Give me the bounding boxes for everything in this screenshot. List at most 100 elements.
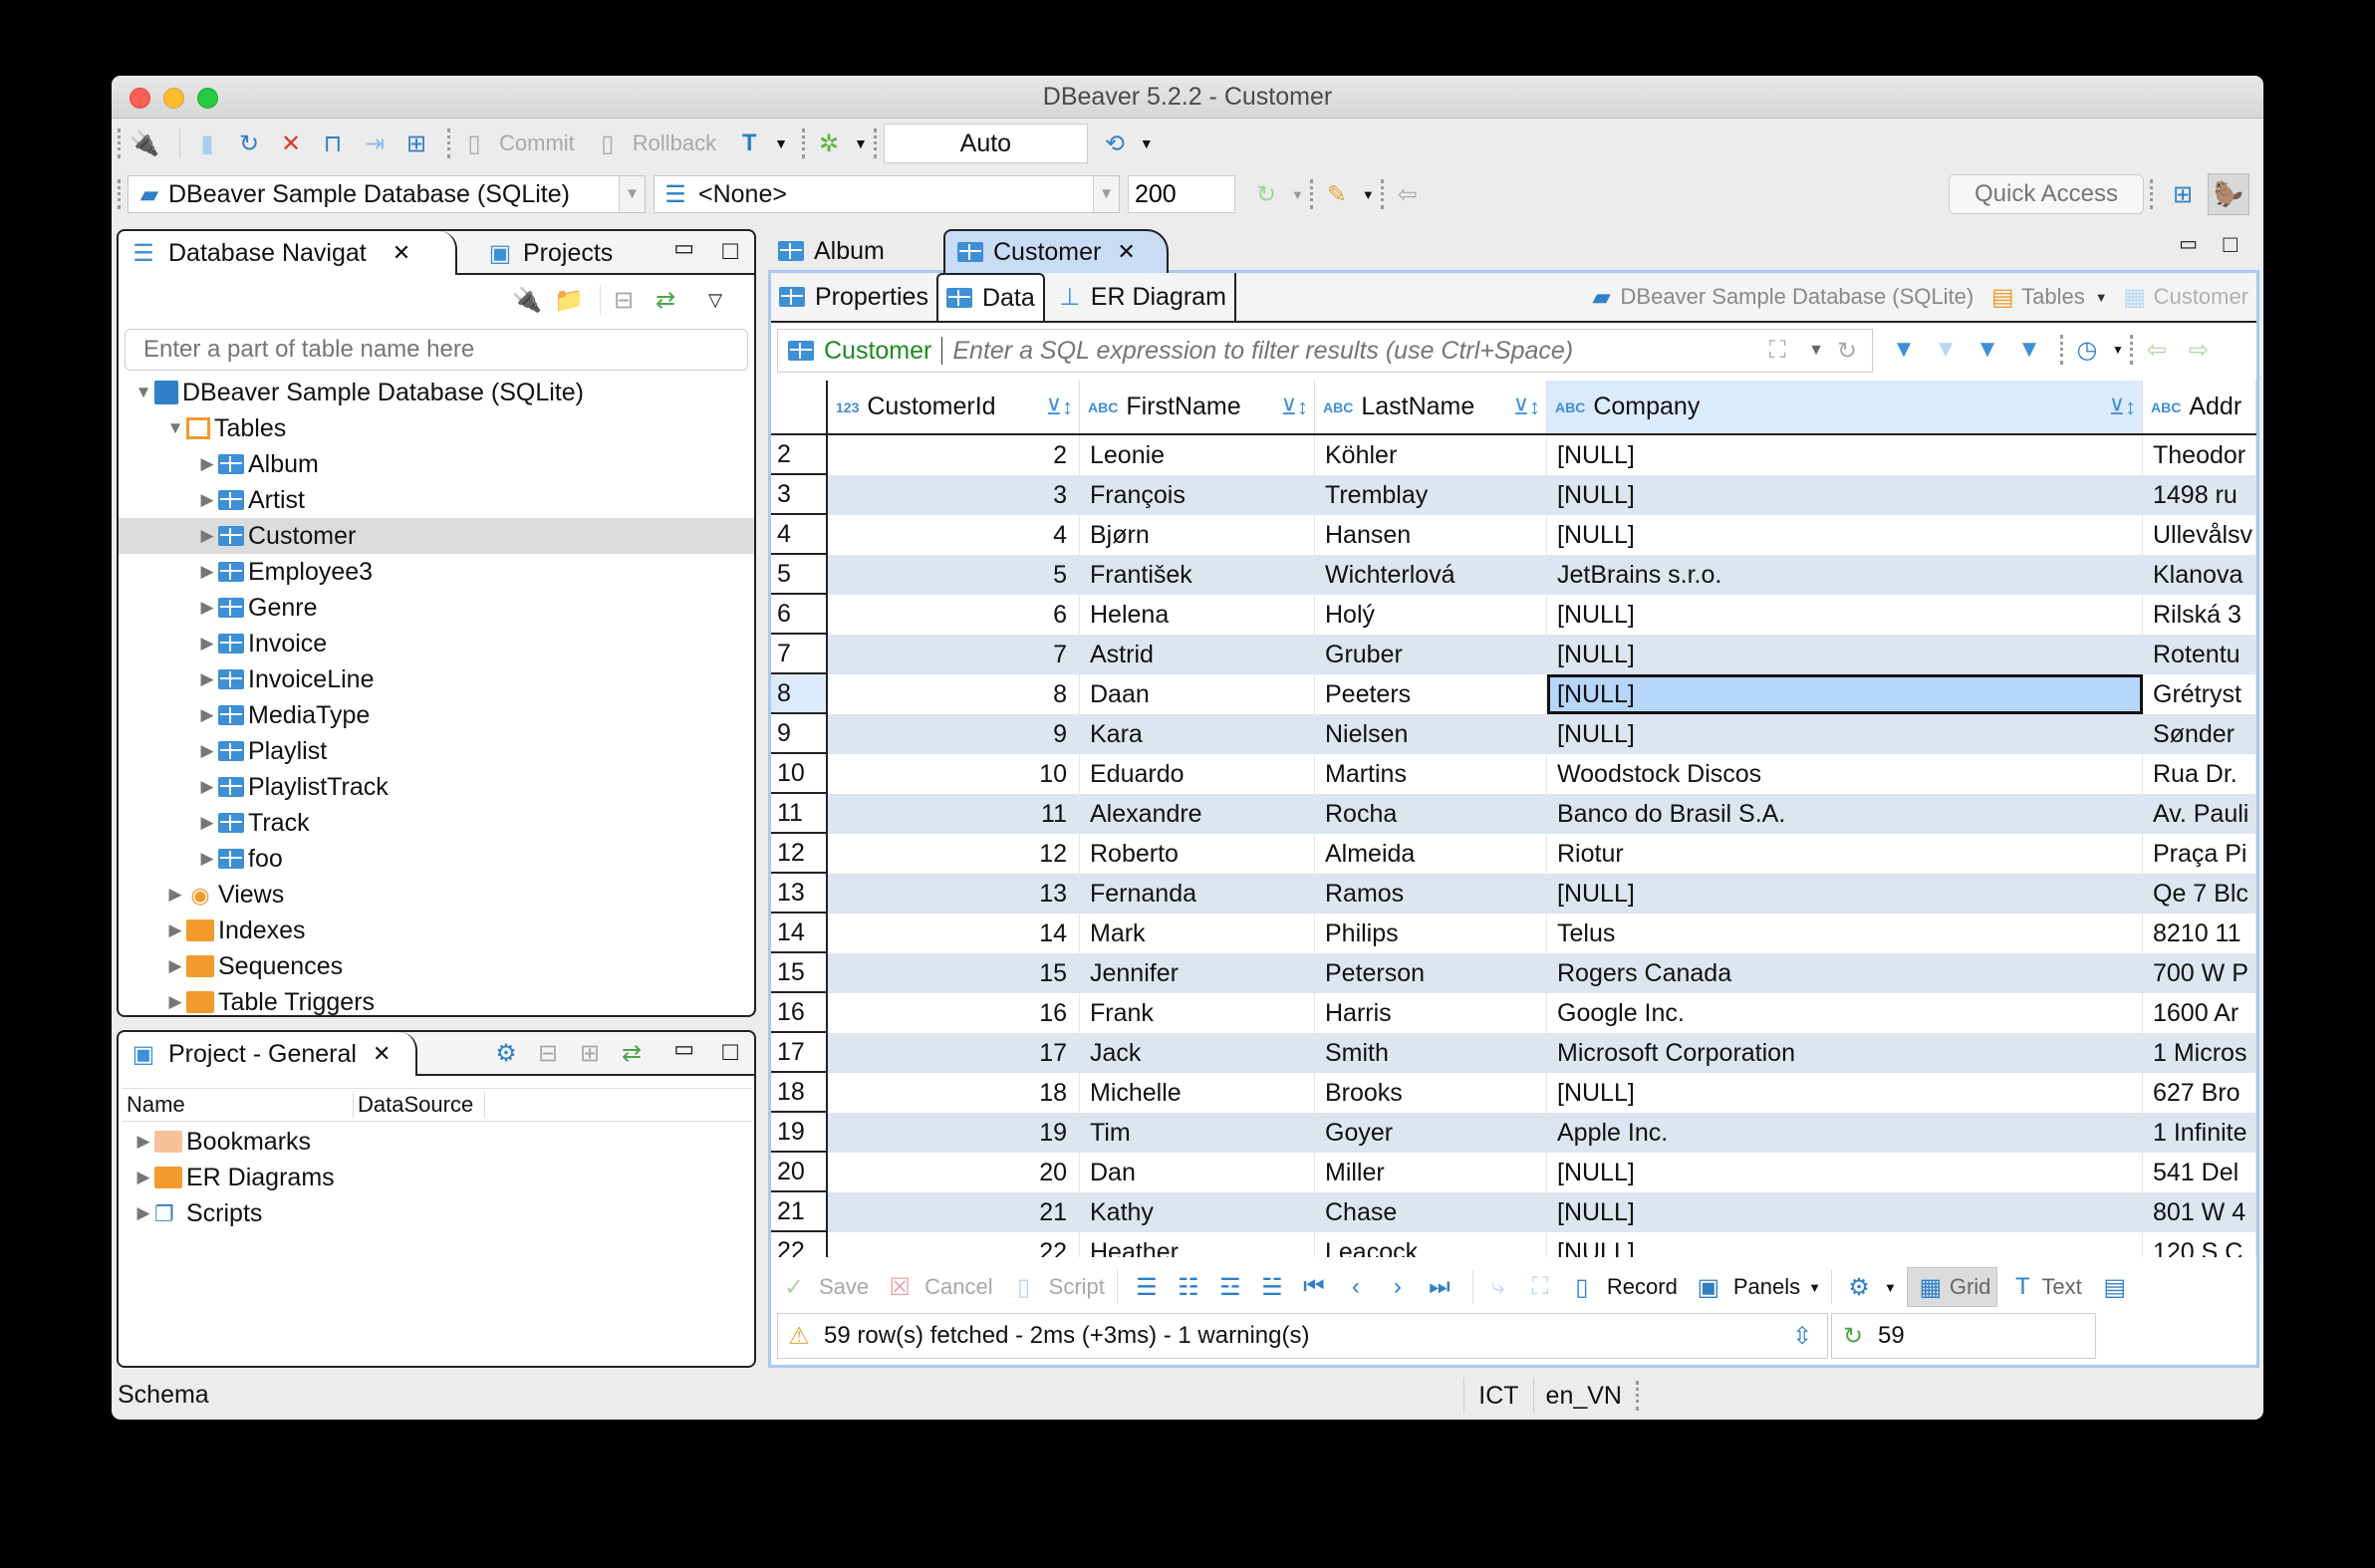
collapsed-arrow-icon[interactable]: ▶: [164, 992, 186, 1012]
cell-address[interactable]: Praça Pi: [2143, 834, 2256, 874]
tree-node-table[interactable]: ▶ Track: [119, 805, 754, 841]
cell-address[interactable]: Qe 7 Blc: [2143, 874, 2256, 914]
collapse-all-icon[interactable]: ⊟: [531, 1036, 565, 1070]
last-page-icon[interactable]: ⏭: [1423, 1270, 1456, 1304]
tree-node-datasource[interactable]: ▼ DBeaver Sample Database (SQLite): [119, 375, 754, 410]
minimize-icon[interactable]: ▭: [2179, 231, 2198, 256]
zoom-window-button[interactable]: [197, 88, 218, 109]
cell-customerid[interactable]: 19: [828, 1113, 1080, 1153]
row-number[interactable]: 14: [771, 914, 828, 953]
datasource-selector[interactable]: ▰ DBeaver Sample Database (SQLite) ▼: [128, 175, 646, 213]
table-row[interactable]: 8 8 Daan Peeters [NULL] Grétryst: [771, 674, 2256, 714]
cell-company[interactable]: [NULL]: [1547, 1232, 2143, 1257]
cell-address[interactable]: Klanova: [2143, 555, 2256, 595]
tab-customer[interactable]: Customer ✕: [943, 229, 1169, 273]
cell-customerid[interactable]: 8: [828, 674, 1080, 714]
cell-firstname[interactable]: Frank: [1080, 993, 1315, 1033]
breadcrumb-datasource[interactable]: DBeaver Sample Database (SQLite): [1621, 284, 1975, 310]
tree-node-folder[interactable]: ▶ Table Triggers: [119, 984, 754, 1020]
table-row[interactable]: 16 16 Frank Harris Google Inc. 1600 Ar: [771, 993, 2256, 1033]
transaction-mode-icon[interactable]: T: [732, 127, 766, 160]
cell-customerid[interactable]: 20: [828, 1153, 1080, 1192]
cell-lastname[interactable]: Philips: [1315, 914, 1547, 953]
maximize-icon[interactable]: □: [2224, 231, 2239, 259]
cell-firstname[interactable]: Dan: [1080, 1153, 1315, 1192]
clear-filter-icon[interactable]: ▼: [1929, 333, 1963, 367]
transaction-mode-selector[interactable]: Auto: [883, 124, 1088, 163]
column-header-company[interactable]: ABC Company ⊻↕: [1547, 381, 2143, 433]
cell-address[interactable]: 541 Del: [2143, 1153, 2256, 1192]
cell-address[interactable]: 627 Bro: [2143, 1073, 2256, 1113]
cell-company[interactable]: [NULL]: [1547, 515, 2143, 555]
cell-company[interactable]: Rogers Canada: [1547, 953, 2143, 993]
column-header-address[interactable]: ABC Addr: [2143, 381, 2256, 433]
max-rows-input[interactable]: [1128, 175, 1235, 213]
filter-sort-icon[interactable]: ⊻↕: [1513, 394, 1540, 420]
cell-address[interactable]: 1600 Ar: [2143, 993, 2256, 1033]
chevron-down-icon[interactable]: ▼: [1808, 1280, 1821, 1295]
row-number[interactable]: 2: [771, 435, 828, 475]
cell-address[interactable]: Rotentu: [2143, 635, 2256, 674]
cell-company[interactable]: Riotur: [1547, 834, 2143, 874]
cell-lastname[interactable]: Peeters: [1315, 674, 1547, 714]
subtab-properties[interactable]: Properties: [771, 273, 936, 321]
chevron-down-icon[interactable]: ▼: [1140, 135, 1154, 151]
subtab-data[interactable]: Data: [935, 273, 1045, 321]
cell-customerid[interactable]: 22: [828, 1232, 1080, 1257]
cell-address[interactable]: 700 W P: [2143, 953, 2256, 993]
cell-lastname[interactable]: Köhler: [1315, 435, 1547, 475]
tree-node-tables[interactable]: ▼ Tables: [119, 410, 754, 446]
chevron-down-icon[interactable]: ▼: [1884, 1280, 1897, 1295]
chevron-down-icon[interactable]: ▼: [854, 135, 868, 151]
dbeaver-perspective-icon[interactable]: 🦫: [2208, 173, 2249, 215]
cell-lastname[interactable]: Leacock: [1315, 1232, 1547, 1257]
reconnect-icon[interactable]: ↻: [232, 127, 266, 160]
collapsed-arrow-icon[interactable]: ▶: [196, 849, 218, 869]
table-row[interactable]: 13 13 Fernanda Ramos [NULL] Qe 7 Blc: [771, 874, 2256, 914]
cell-company[interactable]: [NULL]: [1547, 595, 2143, 635]
row-number[interactable]: 4: [771, 515, 828, 555]
cell-lastname[interactable]: Goyer: [1315, 1113, 1547, 1153]
toolbar-grip[interactable]: [118, 129, 122, 158]
collapsed-arrow-icon[interactable]: ▶: [196, 741, 218, 761]
breadcrumb-object[interactable]: Customer: [2154, 284, 2248, 310]
tree-node-er-diagrams[interactable]: ▶ ER Diagrams: [132, 1160, 334, 1195]
maximize-icon[interactable]: □: [722, 235, 738, 266]
tree-node-scripts[interactable]: ▶ ❐ Scripts: [132, 1195, 335, 1231]
table-row[interactable]: 4 4 Bjørn Hansen [NULL] Ullevålsv: [771, 515, 2256, 555]
cell-address[interactable]: Ullevålsv: [2143, 515, 2256, 555]
cell-company[interactable]: Apple Inc.: [1547, 1113, 2143, 1153]
breadcrumb-folder[interactable]: Tables: [2021, 284, 2085, 310]
fetch-next-icon[interactable]: ⤷: [1481, 1270, 1515, 1304]
cell-address[interactable]: Theodor: [2143, 435, 2256, 475]
view-menu-icon[interactable]: ▽: [698, 283, 732, 317]
table-row[interactable]: 21 21 Kathy Chase [NULL] 801 W 4: [771, 1192, 2256, 1232]
row-number[interactable]: 19: [771, 1113, 828, 1153]
close-window-button[interactable]: [130, 88, 150, 109]
cell-firstname[interactable]: Kathy: [1080, 1192, 1315, 1232]
tree-node-table[interactable]: ▶ Genre: [119, 590, 754, 626]
table-row[interactable]: 20 20 Dan Miller [NULL] 541 Del: [771, 1153, 2256, 1192]
cell-lastname[interactable]: Wichterlová: [1315, 555, 1547, 595]
row-number[interactable]: 13: [771, 874, 828, 914]
table-row[interactable]: 6 6 Helena Holý [NULL] Rilská 3: [771, 595, 2256, 635]
cell-firstname[interactable]: Kara: [1080, 714, 1315, 754]
link-with-editor-icon[interactable]: ⇄: [649, 283, 682, 317]
apply-filter-icon[interactable]: ▼: [1887, 333, 1921, 367]
cell-address[interactable]: 1 Micros: [2143, 1033, 2256, 1073]
tree-node-table[interactable]: ▶ foo: [119, 841, 754, 877]
cell-address[interactable]: 8210 11: [2143, 914, 2256, 953]
debug-icon[interactable]: ✲: [812, 127, 846, 160]
cell-firstname[interactable]: František: [1080, 555, 1315, 595]
row-number[interactable]: 21: [771, 1192, 828, 1232]
row-number[interactable]: 5: [771, 555, 828, 595]
cell-firstname[interactable]: Roberto: [1080, 834, 1315, 874]
new-folder-icon[interactable]: 📁: [552, 283, 586, 317]
selected-cell[interactable]: [NULL]: [1547, 674, 2143, 714]
cell-company[interactable]: [NULL]: [1547, 714, 2143, 754]
cell-customerid[interactable]: 7: [828, 635, 1080, 674]
tree-node-table[interactable]: ▶ MediaType: [119, 697, 754, 733]
refresh-icon[interactable]: ↻: [1830, 334, 1864, 368]
row-number[interactable]: 16: [771, 993, 828, 1033]
tab-projects[interactable]: ▣ Projects: [475, 231, 614, 275]
